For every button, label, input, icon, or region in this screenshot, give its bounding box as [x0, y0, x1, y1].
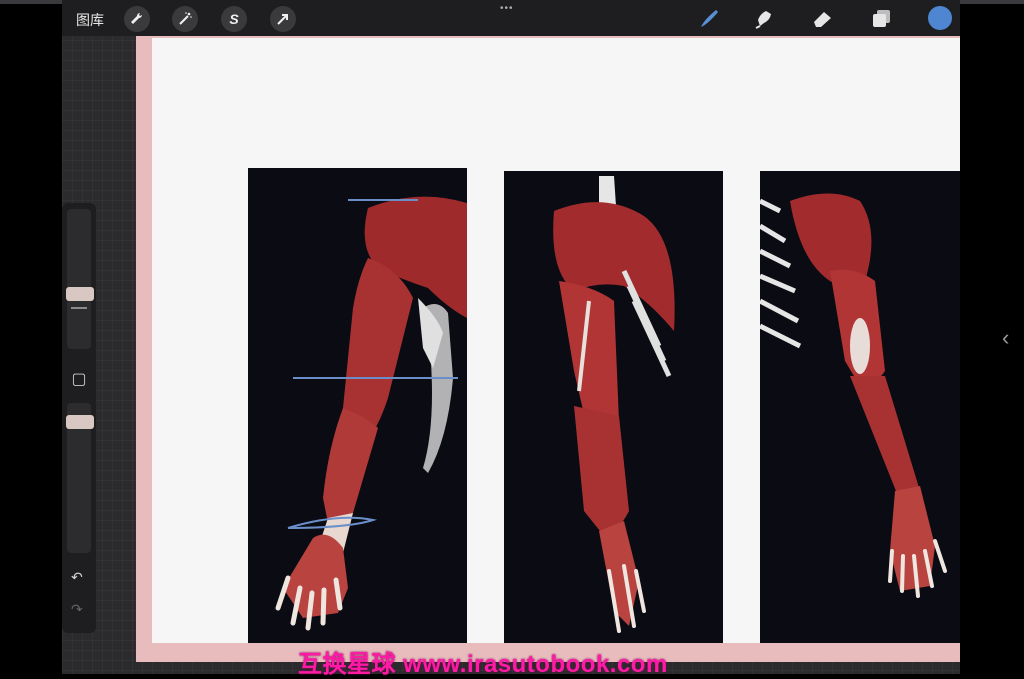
smudge-button[interactable] — [752, 6, 778, 32]
reference-image-arm-front — [248, 168, 467, 643]
transform-button[interactable] — [270, 6, 296, 32]
layers-icon — [873, 10, 890, 27]
reference-image-arm-side — [760, 171, 960, 643]
muscle-arm-side-illustration — [760, 193, 947, 598]
smudge-icon — [755, 11, 771, 29]
muscle-arm-illustration — [275, 196, 467, 631]
eraser-icon — [814, 12, 831, 27]
brush-icon — [701, 10, 718, 27]
selection-button[interactable]: S — [221, 6, 247, 32]
brush-button[interactable] — [696, 6, 722, 32]
chevron-left-icon[interactable]: ‹ — [1002, 325, 1009, 351]
magic-wand-icon — [179, 12, 192, 25]
actions-button[interactable] — [124, 6, 150, 32]
window-handle-dots[interactable]: ••• — [500, 3, 514, 14]
wrench-icon — [131, 13, 142, 24]
layers-button[interactable] — [868, 6, 894, 32]
brush-size-thumb[interactable] — [66, 287, 94, 301]
gallery-button[interactable]: 图库 — [76, 10, 104, 30]
opacity-thumb[interactable] — [66, 415, 94, 429]
muscle-arm-back-illustration — [553, 176, 675, 633]
selection-s-icon: S — [229, 11, 239, 27]
redo-button[interactable]: ↷ — [71, 601, 83, 618]
adjustments-button[interactable] — [172, 6, 198, 32]
undo-button[interactable]: ↶ — [71, 569, 83, 586]
arrow-cursor-icon — [277, 14, 288, 25]
modify-button[interactable]: ▢ — [71, 372, 87, 388]
slider-tick — [71, 307, 87, 309]
top-toolbar: 图库 S ••• — [62, 0, 960, 36]
reference-image-arm-back — [504, 171, 723, 643]
brush-size-slider[interactable] — [67, 209, 91, 349]
color-picker-button[interactable] — [928, 6, 952, 30]
eraser-button[interactable] — [810, 6, 836, 32]
left-sidebar: ▢ ↶ ↷ — [62, 203, 96, 633]
